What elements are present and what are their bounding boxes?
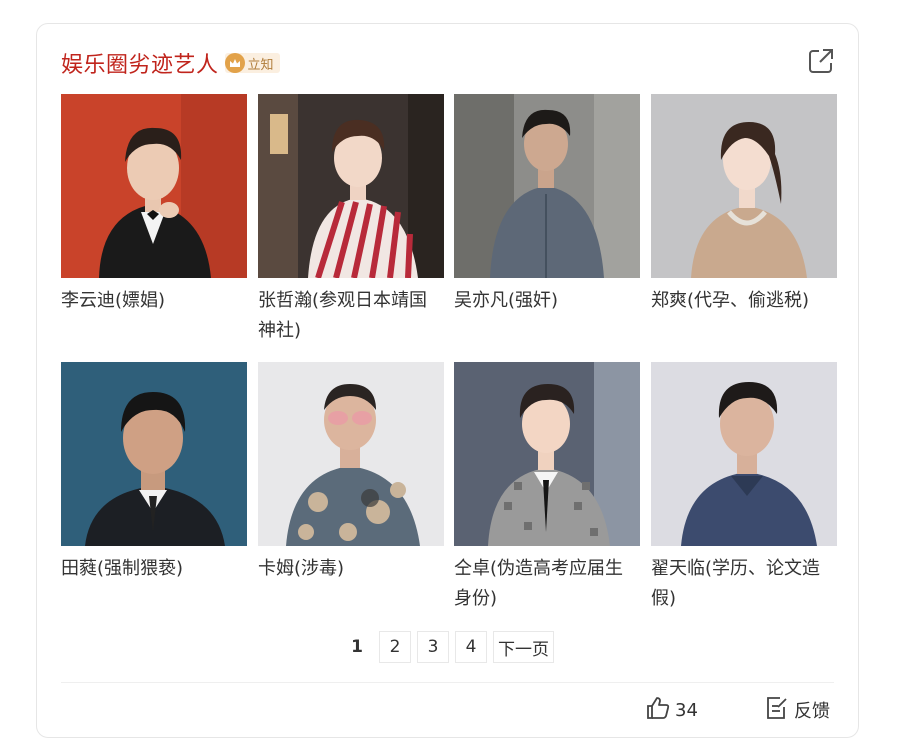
open-external-icon[interactable] [806,46,836,76]
artist-photo[interactable] [651,94,837,278]
artist-photo[interactable] [258,94,444,278]
next-page-button[interactable]: 下一页 [493,631,554,663]
page-3-button[interactable]: 3 [417,631,449,663]
page-1-button[interactable]: 1 [341,631,373,663]
feedback-button[interactable]: 反馈 [764,695,830,725]
feedback-label: 反馈 [794,701,830,722]
artist-card[interactable]: 吴亦凡(强奸) [454,94,640,316]
artist-photo[interactable] [61,362,247,546]
card: 娱乐圈劣迹艺人 立知 李云迪(嫖娼) 张哲瀚(参观日本靖国神社) 吴亦凡(强奸)… [36,23,859,738]
footer-divider [61,682,834,683]
artist-label[interactable]: 田蕤(强制猥亵) [61,554,247,584]
artist-photo[interactable] [61,94,247,278]
artist-card[interactable]: 仝卓(伪造高考应届生身份) [454,362,640,614]
like-count: 34 [675,699,698,721]
card-title[interactable]: 娱乐圈劣迹艺人 [61,47,219,79]
pagination: 1 2 3 4 下一页 [37,631,858,663]
artist-label[interactable]: 仝卓(伪造高考应届生身份) [454,554,640,614]
artist-card[interactable]: 郑爽(代孕、偷逃税) [651,94,837,316]
artist-photo[interactable] [454,94,640,278]
thumbs-up-icon [645,695,671,725]
artist-photo[interactable] [454,362,640,546]
artist-card[interactable]: 李云迪(嫖娼) [61,94,247,316]
artist-label[interactable]: 张哲瀚(参观日本靖国神社) [258,286,444,346]
card-header: 娱乐圈劣迹艺人 立知 [61,47,280,79]
badge-label: 立知 [247,57,274,73]
artist-label[interactable]: 翟天临(学历、论文造假) [651,554,837,614]
page-2-button[interactable]: 2 [379,631,411,663]
like-button[interactable]: 34 [645,695,698,725]
artist-card[interactable]: 张哲瀚(参观日本靖国神社) [258,94,444,346]
lizhi-badge: 立知 [224,53,280,73]
artist-photo[interactable] [258,362,444,546]
artist-label[interactable]: 李云迪(嫖娼) [61,286,247,316]
page-4-button[interactable]: 4 [455,631,487,663]
artist-photo[interactable] [651,362,837,546]
artist-card[interactable]: 卡姆(涉毒) [258,362,444,584]
artist-card[interactable]: 田蕤(强制猥亵) [61,362,247,584]
artist-label[interactable]: 郑爽(代孕、偷逃税) [651,286,837,316]
artist-label[interactable]: 吴亦凡(强奸) [454,286,640,316]
feedback-icon [764,695,790,725]
artist-label[interactable]: 卡姆(涉毒) [258,554,444,584]
artist-card[interactable]: 翟天临(学历、论文造假) [651,362,837,614]
crown-icon [224,53,245,73]
